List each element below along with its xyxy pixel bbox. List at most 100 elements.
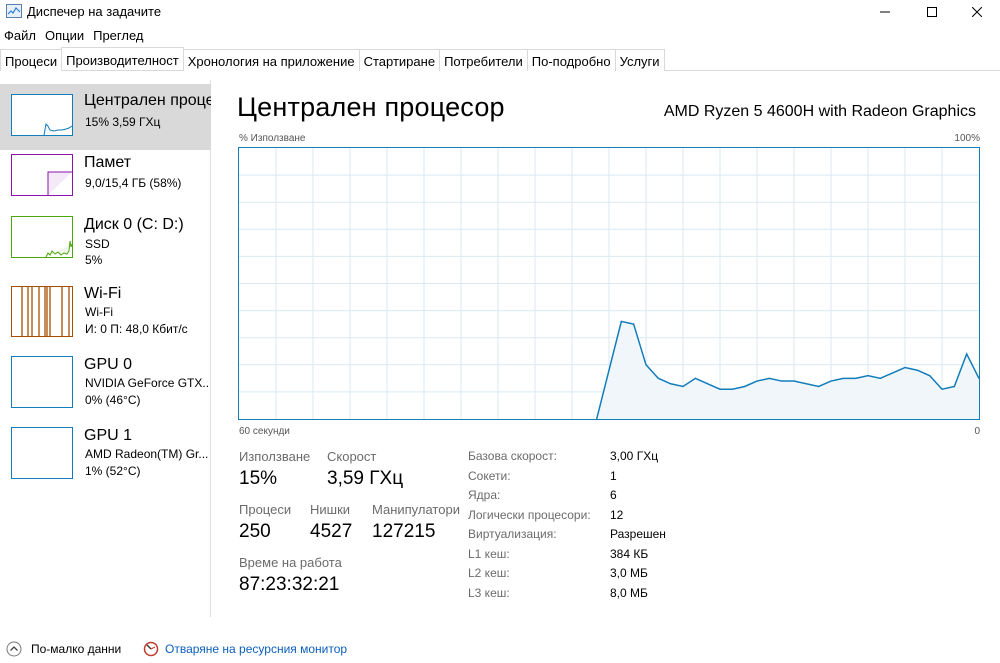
- cpu-model-name: AMD Ryzen 5 4600H with Radeon Graphics: [663, 103, 976, 120]
- handles-value: 127215: [372, 521, 436, 542]
- spec-label-base-speed: Базова скорост:: [468, 449, 557, 463]
- gpu0-thumbnail-graph: [11, 356, 73, 408]
- sidebar-item-title: Централен процесор: [84, 92, 211, 109]
- usage-label: Използване: [239, 449, 311, 464]
- tab-services[interactable]: Услуги: [614, 49, 665, 71]
- spec-value-l3-cache: 8,0 МБ: [610, 586, 648, 600]
- cpu-usage-point: [966, 353, 968, 355]
- sidebar-item-title: Диск 0 (C: D:): [84, 216, 184, 233]
- sidebar-item-title: Памет: [84, 154, 132, 171]
- cpu-usage-point: [805, 383, 807, 385]
- cpu-usage-point: [768, 377, 770, 379]
- processes-label: Процеси: [239, 502, 292, 517]
- sidebar-item-title: GPU 1: [84, 427, 133, 444]
- page-title: Централен процесор: [237, 92, 505, 122]
- speed-label: Скорост: [327, 449, 377, 464]
- cpu-usage-point: [645, 364, 647, 366]
- spec-value-sockets: 1: [610, 469, 617, 483]
- processes-value: 250: [239, 521, 271, 542]
- cpu-usage-point: [830, 380, 832, 382]
- cpu-usage-point: [781, 380, 783, 382]
- spec-value-l2-cache: 3,0 МБ: [610, 566, 648, 580]
- task-manager-icon: [6, 4, 22, 18]
- cpu-usage-point: [879, 377, 881, 379]
- disk-thumbnail-line: [45, 240, 72, 257]
- tab-performance[interactable]: Производителност: [61, 47, 184, 70]
- cpu-usage-point: [744, 385, 746, 388]
- threads-value: 4527: [310, 521, 353, 542]
- spec-value-logical-processors: 12: [610, 508, 624, 522]
- sidebar-item-detail: 9,0/15,4 ГБ (58%): [85, 176, 182, 190]
- cpu-usage-point: [892, 372, 894, 374]
- cpu-usage-point: [670, 383, 672, 385]
- wifi-thumbnail-graph: [11, 286, 73, 337]
- menu-view[interactable]: Преглед: [89, 26, 148, 46]
- sidebar-item-memory[interactable]: Памет 9,0/15,4 ГБ (58%): [0, 150, 211, 216]
- cpu-usage-point: [707, 383, 709, 385]
- performance-sidebar: Централен процесор 15% 3,59 ГХц Памет 9,…: [0, 80, 211, 617]
- sidebar-item-gpu1[interactable]: GPU 1 AMD Radeon(TM) Gr... 1% (52°C): [0, 425, 211, 491]
- cpu-usage-svg: [239, 148, 979, 419]
- close-button[interactable]: [954, 0, 1000, 24]
- sidebar-item-detail: AMD Radeon(TM) Gr...: [85, 447, 209, 461]
- cpu-usage-point: [793, 380, 795, 382]
- resource-monitor-icon: [143, 641, 159, 657]
- spec-label-sockets: Сокети:: [468, 469, 511, 483]
- title-bar: Диспечер на задачите: [0, 0, 1000, 24]
- cpu-usage-point: [694, 377, 696, 379]
- tab-users[interactable]: Потребители: [439, 49, 528, 71]
- memory-thumbnail-line: [47, 171, 72, 195]
- minimize-icon: [880, 11, 890, 13]
- handles-label: Манипулатори: [372, 502, 460, 517]
- spec-label-cores: Ядра:: [468, 488, 501, 502]
- minimize-button[interactable]: [862, 0, 908, 24]
- gpu1-thumbnail-graph: [11, 427, 73, 479]
- usage-value: 15%: [239, 468, 278, 489]
- maximize-button[interactable]: [909, 0, 955, 24]
- cpu-usage-point: [682, 385, 684, 388]
- sidebar-item-wifi[interactable]: Wi-Fi Wi-Fi И: 0 П: 48,0 Кбит/с: [0, 283, 211, 349]
- spec-value-l1-cache: 384 КБ: [610, 547, 649, 561]
- sidebar-item-detail-2: 5%: [85, 253, 103, 267]
- cpu-usage-point: [620, 320, 622, 323]
- cpu-usage-point: [756, 380, 758, 382]
- cpu-usage-point: [867, 375, 869, 377]
- graph-y-label: % Използване: [239, 133, 306, 144]
- tab-startup[interactable]: Стартиране: [358, 49, 441, 71]
- cpu-usage-point: [608, 369, 610, 371]
- menu-file[interactable]: Файл: [0, 26, 41, 46]
- graph-x-right-label: 0: [974, 426, 980, 437]
- menu-options[interactable]: Опции: [41, 26, 89, 46]
- tab-bar: Процеси Производителност Хронология на п…: [0, 47, 1000, 71]
- cpu-usage-point: [818, 385, 820, 388]
- wifi-thumbnail-line: [21, 287, 70, 336]
- resource-monitor-label: Отваряне на ресурсния монитор: [165, 642, 348, 656]
- spec-value-cores: 6: [610, 488, 617, 502]
- threads-label: Нишки: [310, 502, 351, 517]
- sidebar-item-detail-2: И: 0 П: 48,0 Кбит/с: [85, 322, 188, 336]
- tab-details[interactable]: По-подробно: [526, 49, 616, 71]
- tab-app-history[interactable]: Хронология на приложение: [182, 49, 360, 71]
- cpu-usage-area: [596, 321, 979, 419]
- cpu-usage-graph: [238, 147, 980, 420]
- sidebar-item-cpu[interactable]: Централен процесор 15% 3,59 ГХц: [0, 84, 211, 150]
- footer-bar: По-малко данни Отваряне на ресурсния мон…: [0, 636, 1000, 663]
- spec-label-l2-cache: L2 кеш:: [468, 566, 510, 580]
- sidebar-item-disk[interactable]: Диск 0 (C: D:) SSD 5%: [0, 212, 211, 278]
- fewer-details-button[interactable]: По-малко данни: [6, 641, 121, 657]
- menu-bar: Файл Опции Преглед: [0, 26, 148, 46]
- cpu-usage-point: [916, 369, 918, 371]
- graph-y-max-label: 100%: [954, 133, 980, 144]
- tab-processes[interactable]: Процеси: [0, 49, 63, 71]
- cpu-usage-point: [657, 377, 659, 379]
- spec-label-l1-cache: L1 кеш:: [468, 547, 510, 561]
- maximize-icon: [927, 7, 937, 17]
- open-resource-monitor-link[interactable]: Отваряне на ресурсния монитор: [143, 641, 347, 657]
- spec-label-virtualization: Виртуализация:: [468, 527, 557, 541]
- sidebar-item-gpu0[interactable]: GPU 0 NVIDIA GeForce GTX... 0% (46°C): [0, 354, 211, 420]
- cpu-thumbnail-graph: [11, 94, 73, 136]
- disk-thumbnail-graph: [11, 216, 73, 258]
- chevron-up-icon: [6, 641, 22, 657]
- cpu-usage-point: [855, 377, 857, 379]
- spec-value-base-speed: 3,00 ГХц: [610, 449, 659, 463]
